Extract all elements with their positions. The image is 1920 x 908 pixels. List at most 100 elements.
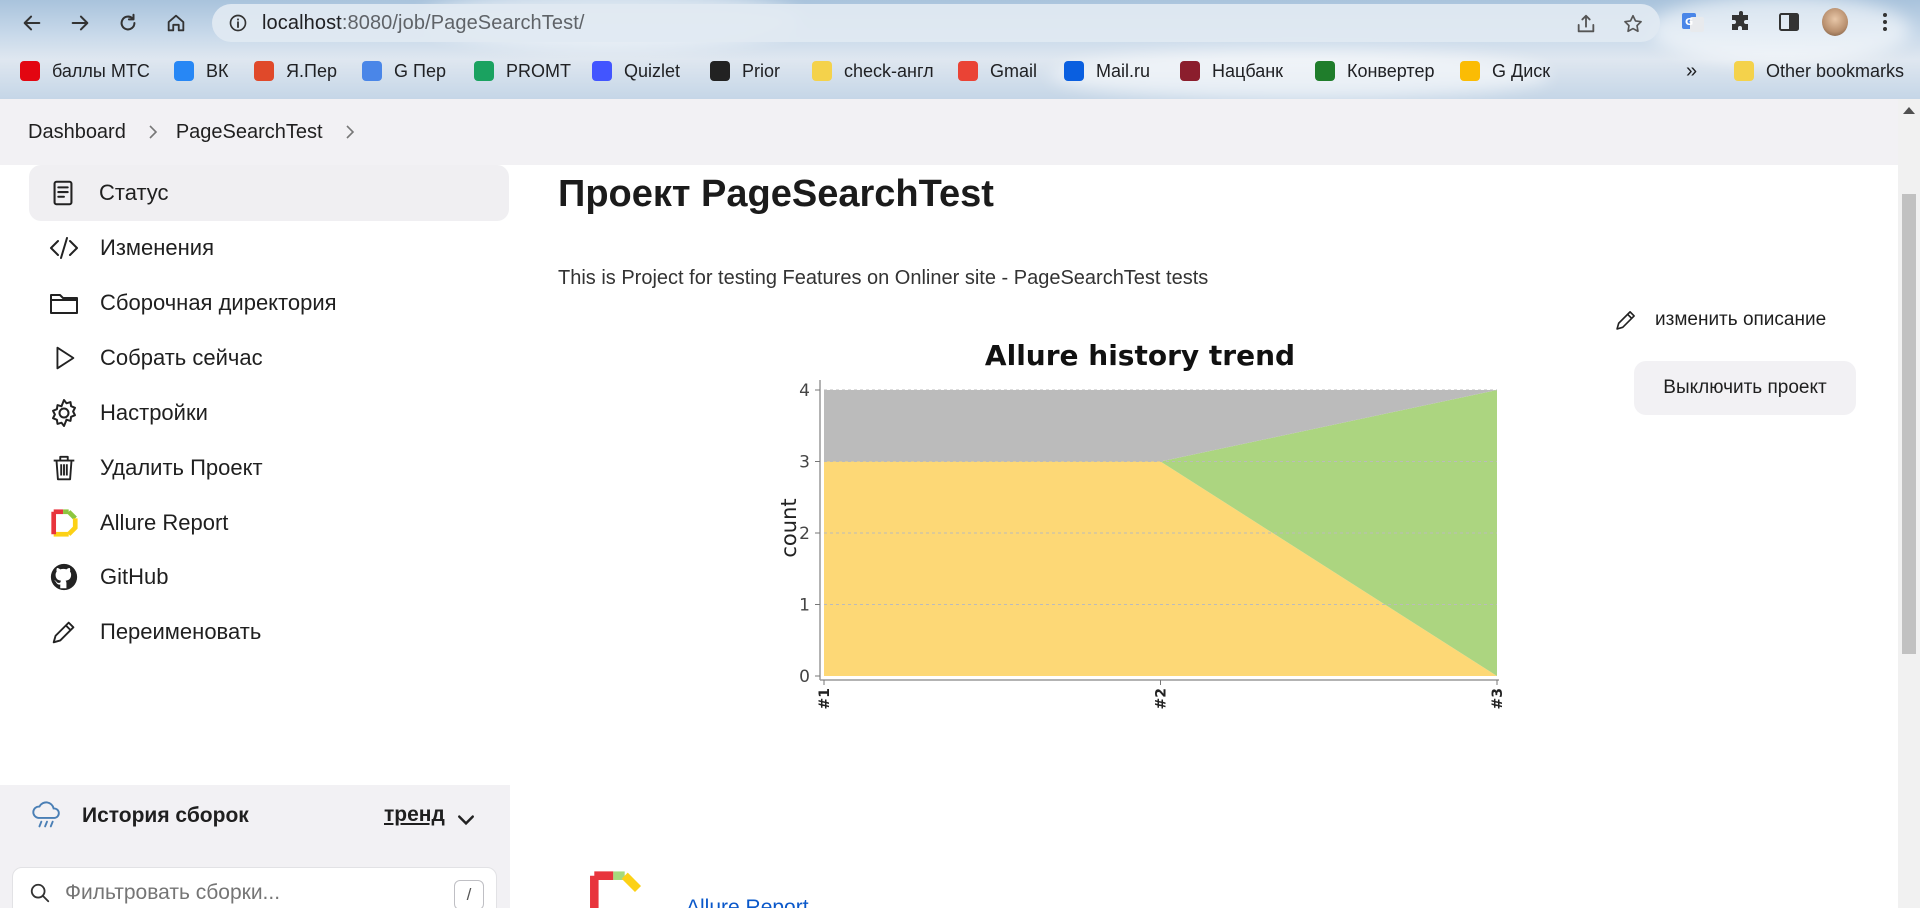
sidebar-item-label: Переименовать <box>100 619 262 644</box>
home-button[interactable] <box>160 7 192 39</box>
reload-icon <box>120 13 136 31</box>
natsbank-icon <box>1180 61 1200 81</box>
sidebar-item-build-now[interactable]: Собрать сейчас <box>30 331 510 385</box>
chart-y-tick-label: 4 <box>799 381 810 401</box>
sidebar-item-delete-project[interactable]: Удалить Проект <box>30 441 510 495</box>
info-icon[interactable] <box>228 13 248 33</box>
forward-button[interactable] <box>64 7 96 39</box>
sidebar-item-settings[interactable]: Настройки <box>30 386 510 440</box>
bookmark-natsbank[interactable]: Нацбанк <box>1180 57 1283 85</box>
bookmark-prior[interactable]: Prior <box>710 57 780 85</box>
allure-report-section: Allure Report <box>586 870 809 908</box>
allure-report-link[interactable]: Allure Report <box>686 896 809 908</box>
mailru-icon <box>1064 61 1084 81</box>
allure-icon <box>48 507 80 539</box>
bookmark-gmail[interactable]: Gmail <box>958 57 1037 85</box>
bookmark-label: баллы МТС <box>52 60 150 81</box>
github-icon <box>48 561 80 593</box>
sidebar-item-status[interactable]: Статус <box>29 165 509 221</box>
quizlet-icon <box>592 61 612 81</box>
share-icon[interactable] <box>1575 13 1597 35</box>
folder-icon <box>1734 61 1754 81</box>
chart-x-tick-label: #2 <box>1154 688 1170 709</box>
breadcrumb-dashboard[interactable]: Dashboard <box>28 121 126 144</box>
scroll-up-arrow-icon[interactable] <box>1903 107 1915 114</box>
breadcrumb-project[interactable]: PageSearchTest <box>176 121 323 144</box>
promt-icon <box>474 61 494 81</box>
trend-link[interactable]: тренд <box>384 803 445 827</box>
google-translate-extension-icon[interactable]: G <box>1680 9 1706 35</box>
address-bar[interactable]: localhost:8080/job/PageSearchTest/ <box>212 4 1660 42</box>
chart-title: Allure history trend <box>985 339 1295 372</box>
profile-avatar[interactable] <box>1822 8 1848 36</box>
play-icon <box>48 342 80 374</box>
bookmark-vk[interactable]: ВК <box>174 57 229 85</box>
trash-icon <box>48 452 80 484</box>
bookmark-label: Prior <box>742 60 781 81</box>
sidebar-item-changes[interactable]: Изменения <box>30 221 510 275</box>
extensions-puzzle-icon[interactable] <box>1728 9 1754 35</box>
breadcrumb: Dashboard PageSearchTest <box>0 99 1898 165</box>
bookmark-mts[interactable]: баллы МТС <box>20 57 150 85</box>
reload-button[interactable] <box>112 7 144 39</box>
sidebar-item-allure-report[interactable]: Allure Report <box>30 496 510 550</box>
bookmarks-overflow-button[interactable]: » <box>1686 57 1697 85</box>
chart-y-tick-label: 0 <box>799 667 810 687</box>
sidebar-item-label: Сборочная директория <box>100 290 337 315</box>
browser-chrome: localhost:8080/job/PageSearchTest/ G бал… <box>0 0 1920 99</box>
code-icon <box>48 232 80 264</box>
chevron-right-icon[interactable] <box>343 125 357 139</box>
pencil-icon <box>1616 311 1635 330</box>
sidebar: Статус Изменения Сборочная директория Со… <box>0 165 510 908</box>
chevron-down-icon[interactable] <box>457 811 475 829</box>
url-text[interactable]: localhost:8080/job/PageSearchTest/ <box>262 12 585 35</box>
bookmark-google-translate[interactable]: G Пер <box>362 57 446 85</box>
bookmark-converter[interactable]: Конвертер <box>1315 57 1435 85</box>
bookmark-mailru[interactable]: Mail.ru <box>1064 57 1150 85</box>
other-bookmarks-label: Other bookmarks <box>1766 60 1905 81</box>
bookmark-label: G Пер <box>394 60 446 81</box>
build-filter-input[interactable] <box>65 881 445 905</box>
browser-menu-icon[interactable] <box>1872 9 1898 35</box>
edit-description-link[interactable]: изменить описание <box>1613 307 1826 333</box>
sidebar-item-workspace[interactable]: Сборочная директория <box>30 276 510 330</box>
bookmark-label: PROMT <box>506 60 571 81</box>
folder-icon <box>48 287 80 319</box>
star-icon[interactable] <box>1622 13 1644 35</box>
scrollbar-thumb[interactable] <box>1902 194 1916 654</box>
page-title: Проект PageSearchTest <box>558 173 994 215</box>
bookmark-yandex-translate[interactable]: Я.Пер <box>254 57 337 85</box>
side-panel-icon[interactable] <box>1776 9 1802 35</box>
bookmark-quizlet[interactable]: Quizlet <box>592 57 680 85</box>
back-button[interactable] <box>16 7 48 39</box>
bookmark-folder[interactable]: check-англ <box>812 57 934 85</box>
other-bookmarks-folder[interactable]: Other bookmarks <box>1734 57 1904 85</box>
sidebar-item-label: Allure Report <box>100 510 229 535</box>
bookmark-google-drive[interactable]: G Диск <box>1460 57 1550 85</box>
disable-project-button[interactable]: Выключить проект <box>1634 361 1856 415</box>
google-translate-icon <box>362 61 382 81</box>
allure-logo-icon <box>590 871 642 908</box>
keyboard-shortcut-hint: / <box>454 880 484 908</box>
bookmark-label: Конвертер <box>1347 60 1435 81</box>
sidebar-item-label: Собрать сейчас <box>100 345 263 370</box>
sidebar-item-label: Изменения <box>100 235 214 260</box>
prior-icon <box>710 61 730 81</box>
build-history-panel: История сборок тренд / <box>0 785 510 908</box>
yandex-translate-icon <box>254 61 274 81</box>
sidebar-item-rename[interactable]: Переименовать <box>30 605 510 659</box>
chart-x-tick-label: #1 <box>817 688 833 709</box>
build-filter-box[interactable]: / <box>12 867 497 908</box>
bookmark-promt[interactable]: PROMT <box>474 57 571 85</box>
back-arrow-icon <box>23 15 41 31</box>
main-content: Проект PageSearchTest This is Project fo… <box>510 165 1898 908</box>
forward-arrow-icon <box>71 15 89 31</box>
bookmark-label: ВК <box>206 60 229 81</box>
svg-text:G: G <box>1685 17 1693 28</box>
bookmarks-bar: баллы МТС ВК Я.Пер G Пер PROMT Quizlet Prior ch… <box>0 55 1920 85</box>
mts-icon <box>20 61 40 81</box>
allure-history-trend-chart[interactable]: Allure history trend 01234#1 #2 #3 count <box>760 315 1600 775</box>
sidebar-item-github[interactable]: GitHub <box>30 550 510 604</box>
page-scrollbar[interactable] <box>1898 99 1920 908</box>
chart-x-tick-label: #3 <box>1490 688 1506 709</box>
